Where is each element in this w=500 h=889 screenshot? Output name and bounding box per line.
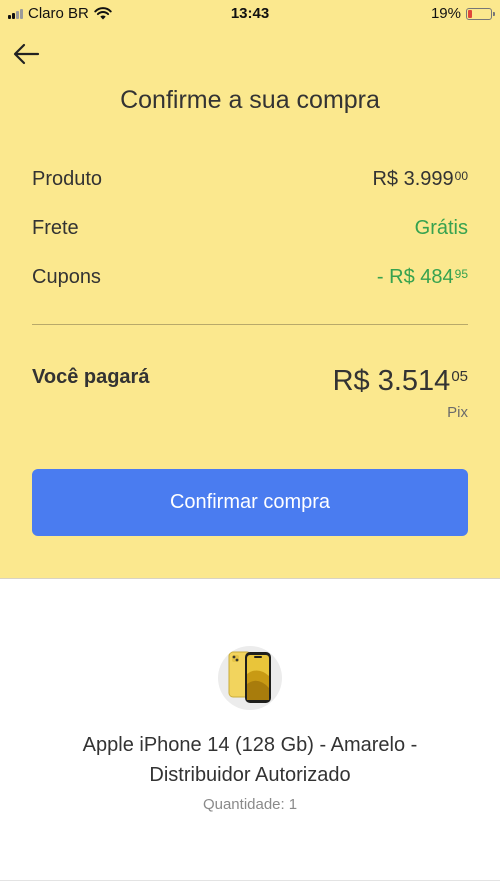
- product-price-value: R$ 3.99900: [372, 168, 468, 190]
- product-name: Apple iPhone 14 (128 Gb) - Amarelo - Dis…: [82, 734, 418, 786]
- checkout-summary-panel: Claro BR 13:43 19% Confirme a sua compra…: [0, 0, 500, 578]
- bottom-bar: [0, 880, 500, 889]
- summary-row-coupons: Cupons - R$ 48495: [32, 266, 468, 292]
- battery-icon: [466, 7, 495, 20]
- shipping-label: Frete: [32, 217, 79, 239]
- iphone-yellow-thumbnail: [228, 651, 271, 703]
- arrow-left-icon[interactable]: [12, 42, 40, 66]
- confirm-purchase-button[interactable]: Confirmar compra: [32, 469, 468, 536]
- summary-row-shipping: Frete Grátis: [32, 217, 468, 243]
- coupons-value: - R$ 48495: [376, 266, 468, 288]
- clock: 13:43: [230, 5, 270, 22]
- summary-divider: [32, 324, 468, 325]
- shipping-value: Grátis: [414, 217, 468, 239]
- status-bar: Claro BR 13:43 19%: [0, 0, 500, 28]
- product-quantity: Quantidade: 1: [202, 796, 298, 813]
- coupons-label: Cupons: [32, 266, 101, 288]
- product-thumbnail: [218, 646, 282, 710]
- battery-percent: 19%: [430, 5, 461, 22]
- page-title: Confirme a sua compra: [120, 86, 380, 114]
- payment-method: Pix: [447, 404, 468, 421]
- summary-row-product: Produto R$ 3.99900: [32, 168, 468, 194]
- product-price-label: Produto: [32, 168, 103, 190]
- total-label: Você pagará: [32, 366, 150, 388]
- total-value: R$ 3.51405: [332, 365, 468, 397]
